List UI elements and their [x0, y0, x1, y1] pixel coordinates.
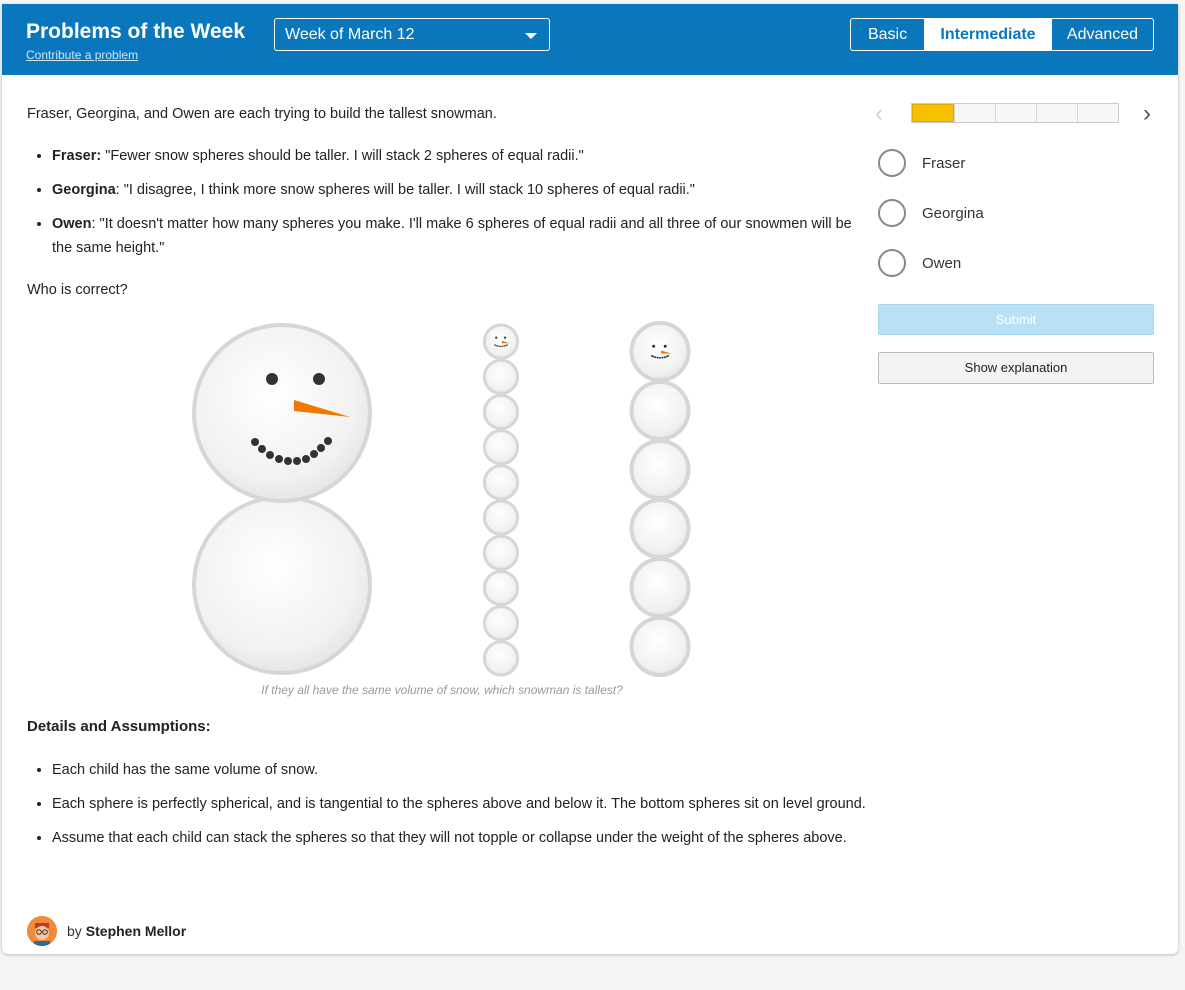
snowman-eye	[495, 336, 498, 339]
option-owen[interactable]: Owen	[878, 249, 961, 277]
smile-dot	[500, 345, 502, 348]
smile-dot	[498, 345, 500, 348]
progress-bar	[911, 103, 1119, 123]
snow-sphere	[482, 358, 520, 395]
details-list: Each child has the same volume of snow. …	[26, 758, 866, 860]
claim-name: Owen	[52, 216, 92, 232]
list-item: Assume that each child can stack the sph…	[52, 826, 866, 850]
smile-dot	[661, 356, 664, 359]
snow-sphere	[482, 393, 520, 431]
level-basic-button[interactable]: Basic	[851, 19, 924, 50]
week-select-value: Week of March 12	[285, 26, 415, 43]
header-bar: Problems of the Week Contribute a proble…	[2, 4, 1178, 75]
claim-name: Georgina	[52, 182, 116, 198]
snow-sphere	[629, 616, 691, 677]
progress-segment	[912, 104, 954, 122]
progress-segment	[954, 104, 995, 122]
chevron-right-icon[interactable]: ›	[1143, 102, 1151, 126]
problem-intro: Fraser, Georgina, and Owen are each tryi…	[27, 106, 497, 122]
claims-list: Fraser: "Fewer snow spheres should be ta…	[26, 144, 856, 270]
smile-dot	[654, 356, 657, 359]
contribute-link[interactable]: Contribute a problem	[26, 48, 138, 62]
snow-sphere	[629, 498, 691, 559]
snowman-eye	[503, 336, 507, 339]
option-label: Owen	[922, 254, 962, 272]
progress-segment	[995, 104, 1036, 122]
snow-sphere	[629, 321, 691, 382]
show-explanation-button[interactable]: Show explanation	[878, 352, 1154, 384]
radio-button[interactable]	[878, 249, 906, 277]
georgina-snowman	[482, 323, 520, 677]
snow-sphere	[629, 380, 691, 441]
option-label: Fraser	[922, 154, 966, 172]
details-heading: Details and Assumptions:	[27, 718, 211, 735]
snow-sphere	[629, 439, 691, 500]
avatar[interactable]	[27, 916, 57, 946]
level-switcher: Basic Intermediate Advanced	[850, 18, 1154, 51]
smile-dot	[505, 344, 507, 347]
claim-quote: : "I disagree, I think more snow spheres…	[115, 182, 695, 198]
level-advanced-button[interactable]: Advanced	[1051, 19, 1153, 50]
image-caption: If they all have the same volume of snow…	[261, 683, 623, 697]
list-item: Owen: "It doesn't matter how many sphere…	[52, 212, 856, 260]
claim-name: Fraser:	[52, 148, 102, 164]
smile-dot	[496, 345, 499, 347]
list-item: Fraser: "Fewer snow spheres should be ta…	[52, 144, 856, 168]
list-item: Georgina: "I disagree, I think more snow…	[52, 178, 856, 202]
progress-segment	[1036, 104, 1077, 122]
snow-sphere	[482, 534, 520, 571]
smile-dot	[663, 356, 666, 359]
smile-dot	[651, 354, 653, 357]
snowman-eye	[652, 344, 656, 348]
radio-button[interactable]	[878, 149, 906, 177]
caret-down-icon	[525, 33, 537, 39]
snow-sphere	[482, 605, 520, 642]
owen-snowman	[629, 321, 691, 677]
option-fraser[interactable]: Fraser	[878, 149, 965, 177]
page-title: Problems of the Week	[26, 20, 246, 43]
week-select[interactable]: Week of March 12	[274, 18, 550, 51]
snow-sphere	[482, 569, 520, 607]
smile-dot	[656, 356, 659, 359]
list-item: Each sphere is perfectly spherical, and …	[52, 792, 866, 816]
snow-sphere	[482, 429, 520, 466]
smile-dot	[665, 355, 668, 358]
list-item: Each child has the same volume of snow.	[52, 758, 866, 782]
snow-sphere	[482, 464, 520, 501]
smile-dot	[502, 345, 504, 348]
author-name[interactable]: Stephen Mellor	[86, 923, 186, 939]
claim-quote: : "It doesn't matter how many spheres yo…	[52, 216, 852, 256]
author-credit: by Stephen Mellor	[27, 916, 186, 946]
submit-button[interactable]: Submit	[878, 304, 1154, 335]
smile-dot	[503, 345, 506, 347]
author-by: by	[67, 923, 82, 939]
radio-button[interactable]	[878, 199, 906, 227]
chevron-left-icon[interactable]: ‹	[875, 102, 883, 126]
option-label: Georgina	[922, 204, 984, 222]
level-intermediate-button[interactable]: Intermediate	[924, 19, 1051, 50]
snowman-eye	[663, 344, 667, 348]
snow-sphere	[482, 499, 520, 536]
option-georgina[interactable]: Georgina	[878, 199, 984, 227]
snow-sphere	[629, 557, 691, 618]
progress-segment	[1077, 104, 1118, 122]
problem-card: Problems of the Week Contribute a proble…	[2, 4, 1178, 954]
snow-sphere	[482, 323, 520, 360]
smile-dot	[494, 344, 496, 346]
avatar-face-icon	[27, 916, 57, 946]
snow-sphere	[482, 640, 520, 677]
claim-quote: "Fewer snow spheres should be taller. I …	[101, 148, 584, 164]
smile-dot	[659, 356, 661, 359]
question-text: Who is correct?	[27, 282, 128, 298]
fraser-snowman	[192, 323, 372, 675]
snowmen-illustration	[192, 321, 691, 677]
